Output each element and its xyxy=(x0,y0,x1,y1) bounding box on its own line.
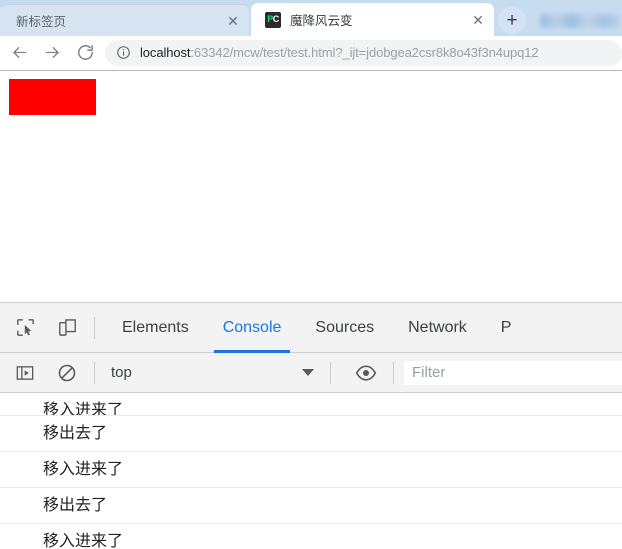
tab-label: Elements xyxy=(122,318,189,336)
tab-label: P xyxy=(500,318,512,336)
close-icon[interactable]: ✕ xyxy=(225,13,241,29)
close-icon[interactable]: ✕ xyxy=(470,12,486,28)
pycharm-icon: PC xyxy=(265,11,281,28)
reload-icon[interactable] xyxy=(71,39,99,67)
tab-label: Sources xyxy=(315,318,375,336)
console-filter-input[interactable] xyxy=(404,360,622,385)
info-circle-icon[interactable] xyxy=(115,45,131,61)
tab-console[interactable]: Console xyxy=(206,303,299,353)
toolbar-divider xyxy=(94,316,95,339)
console-message[interactable]: 移入进来了 xyxy=(0,452,622,488)
tab-performance[interactable]: P xyxy=(484,303,512,353)
tab-elements[interactable]: Elements xyxy=(105,303,206,353)
browser-tab-active[interactable]: PC 魔降风云变 ✕ xyxy=(251,3,494,36)
console-context-label: top xyxy=(111,364,132,381)
devtools-tab-bar: Elements Console Sources Network P xyxy=(0,303,622,353)
tab-sources[interactable]: Sources xyxy=(298,303,391,353)
tab-title: 新标签页 xyxy=(16,15,67,29)
console-sidebar-toggle-icon[interactable] xyxy=(8,356,42,390)
console-context-select[interactable]: top xyxy=(105,360,320,386)
console-message-list[interactable]: 移入进来了 移出去了 移入进来了 移出去了 移入进来了 xyxy=(0,393,622,549)
url-host: localhost xyxy=(140,45,191,60)
browser-window: 新标签页 ✕ PC 魔降风云变 ✕ + localhost:63342/mcw/… xyxy=(0,0,622,549)
console-message[interactable]: 移入进来了 xyxy=(0,393,622,416)
tab-strip: 新标签页 ✕ PC 魔降风云变 ✕ + xyxy=(0,0,622,36)
console-message-text: 移入进来了 xyxy=(43,460,124,478)
favicon-letter-right: C xyxy=(272,14,280,24)
profile-name-blurred[interactable] xyxy=(540,14,620,28)
new-tab-button[interactable]: + xyxy=(498,6,526,34)
toolbar-divider xyxy=(393,361,394,384)
page-viewport xyxy=(0,70,622,302)
back-arrow-icon[interactable] xyxy=(5,39,33,67)
live-expression-eye-icon[interactable] xyxy=(349,356,383,390)
toolbar-divider xyxy=(330,361,331,384)
device-toolbar-icon[interactable] xyxy=(50,311,84,345)
console-message[interactable]: 移出去了 xyxy=(0,488,622,524)
console-message-text: 移出去了 xyxy=(43,424,108,442)
tab-label: Console xyxy=(222,318,282,336)
inspect-element-icon[interactable] xyxy=(8,311,42,345)
devtools-panel: Elements Console Sources Network P top F… xyxy=(0,302,622,549)
chevron-down-icon[interactable] xyxy=(302,369,314,376)
console-message-text: 移入进来了 xyxy=(43,533,124,549)
console-message[interactable]: 移入进来了 xyxy=(0,524,622,549)
console-toolbar: top xyxy=(0,353,622,393)
forward-arrow-icon[interactable] xyxy=(38,39,66,67)
tab-label: Network xyxy=(408,318,467,336)
browser-toolbar: localhost:63342/mcw/test/test.html?_ijt=… xyxy=(0,36,622,70)
console-message-text: 移入进来了 xyxy=(43,402,124,416)
tab-title: 魔降风云变 xyxy=(290,14,353,28)
url-text: localhost:63342/mcw/test/test.html?_ijt=… xyxy=(140,45,538,60)
console-message[interactable]: 移出去了 xyxy=(0,416,622,452)
console-message-text: 移出去了 xyxy=(43,496,108,514)
url-path: :63342/mcw/test/test.html?_ijt=jdobgea2c… xyxy=(190,45,539,60)
red-box-element[interactable] xyxy=(9,79,96,115)
toolbar-divider xyxy=(94,361,95,384)
browser-tab-new-tab[interactable]: 新标签页 ✕ xyxy=(0,4,249,36)
clear-console-icon[interactable] xyxy=(50,356,84,390)
tab-network[interactable]: Network xyxy=(391,303,484,353)
address-bar[interactable]: localhost:63342/mcw/test/test.html?_ijt=… xyxy=(105,39,622,66)
